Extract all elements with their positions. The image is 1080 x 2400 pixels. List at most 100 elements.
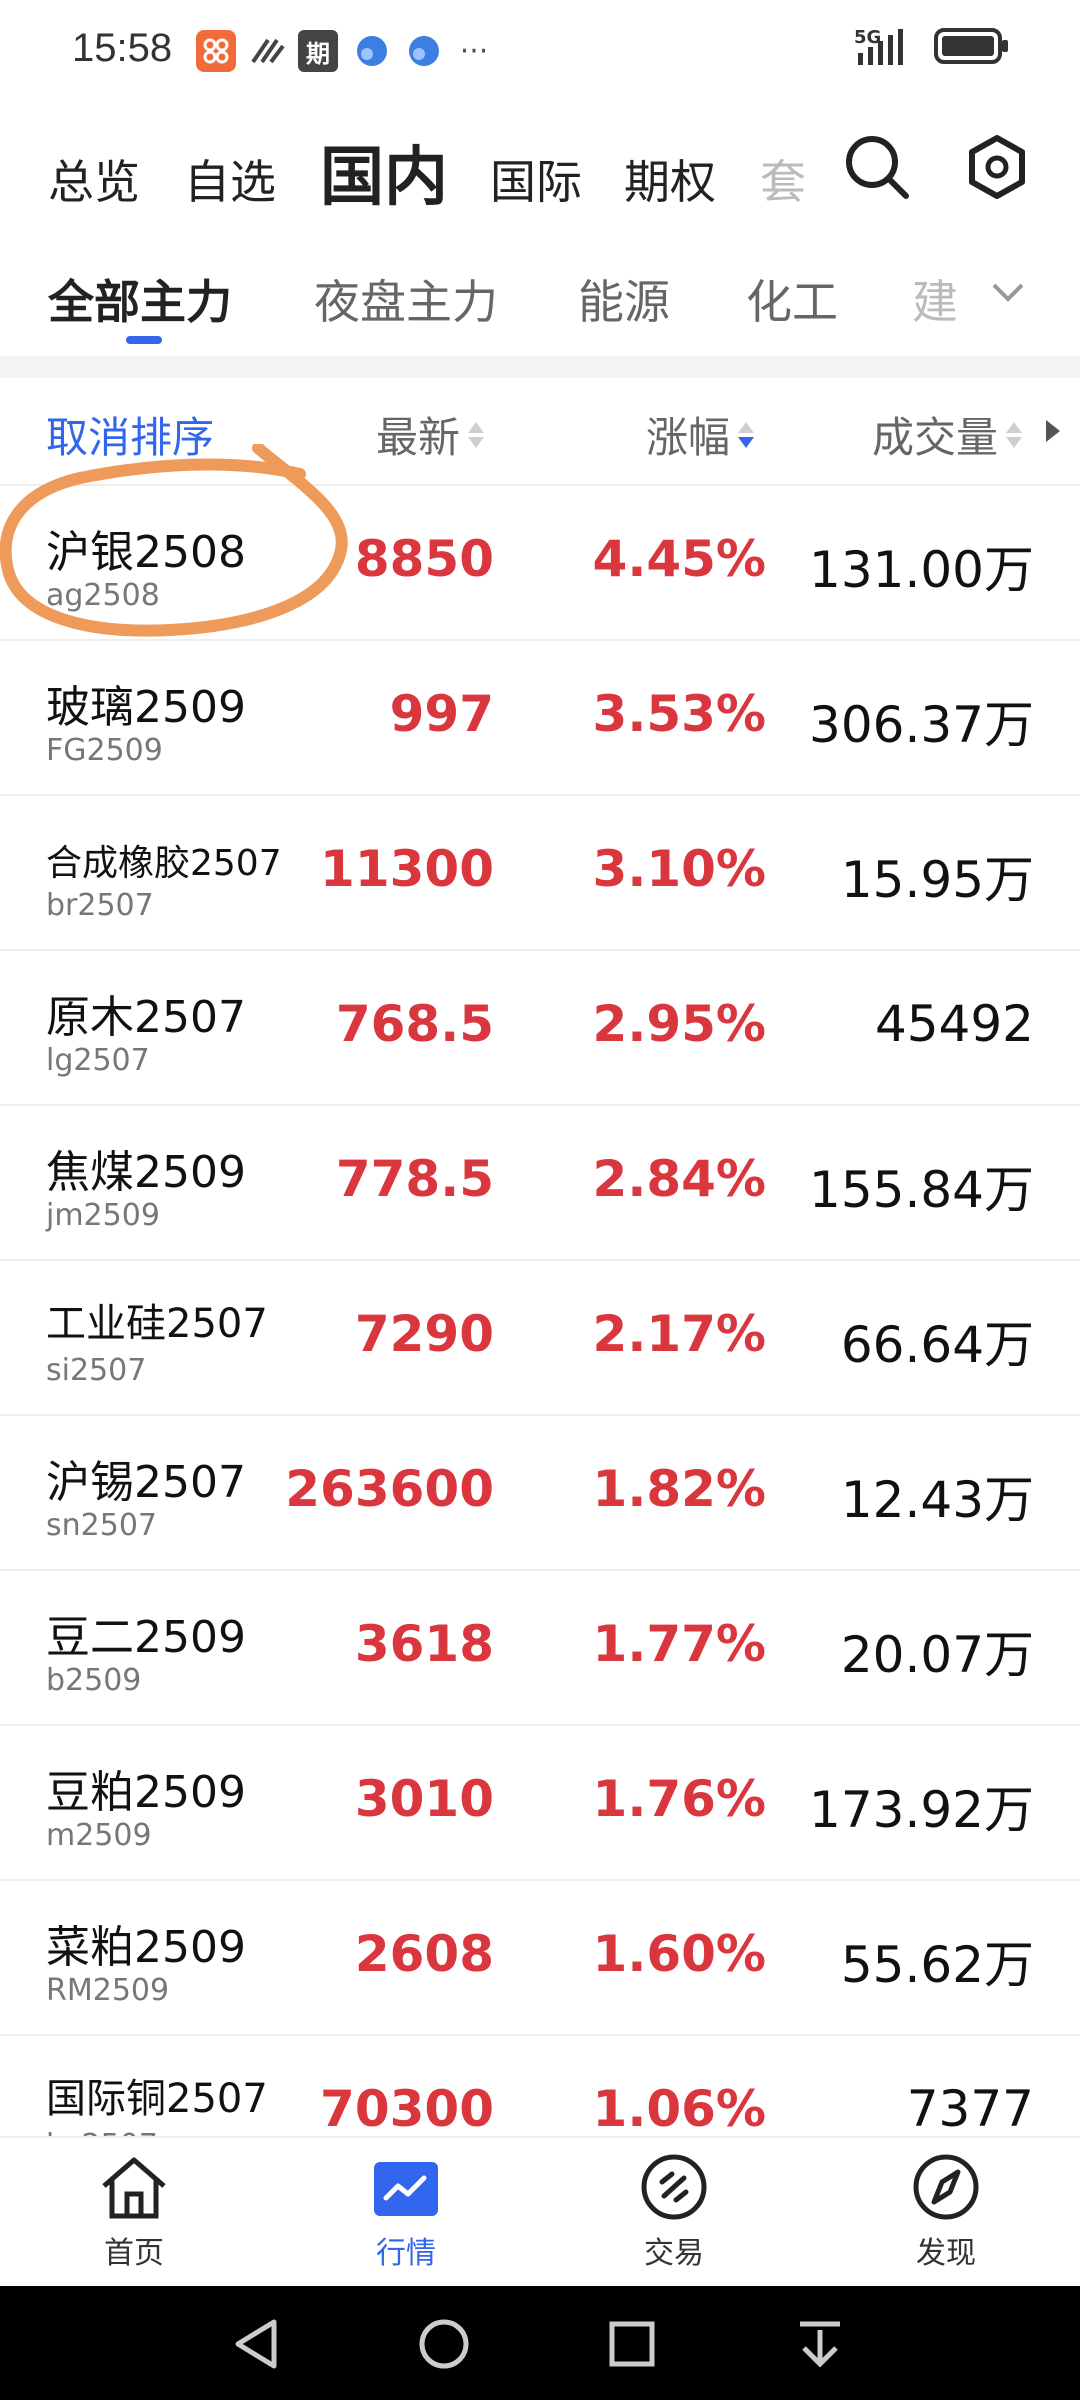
compass-icon bbox=[913, 2154, 979, 2220]
bottom-nav: 首页 行情 交易 发现 bbox=[0, 2136, 1080, 2288]
volume: 12.43万 bbox=[840, 1471, 1034, 1529]
tab-watchlist[interactable]: 自选 bbox=[184, 146, 276, 212]
volume: 66.64万 bbox=[840, 1316, 1034, 1374]
nav-trade[interactable]: 交易 bbox=[594, 2152, 754, 2272]
change-header-label: 涨幅 bbox=[646, 413, 731, 462]
sort-by-volume[interactable]: 成交量 bbox=[872, 404, 1024, 465]
contract-code: RM2509 bbox=[46, 1973, 170, 2008]
tab-night-main[interactable]: 夜盘主力 bbox=[314, 266, 498, 332]
change-percent: 2.84% bbox=[592, 1150, 766, 1208]
volume: 173.92万 bbox=[809, 1781, 1034, 1839]
table-row[interactable]: 菜粕2509 RM2509 2608 1.60% 55.62万 bbox=[0, 1881, 1080, 2036]
change-percent: 1.60% bbox=[592, 1925, 766, 1983]
volume: 7377 bbox=[906, 2080, 1034, 2136]
tab-chemical[interactable]: 化工 bbox=[746, 266, 838, 332]
market-chart-icon bbox=[374, 2162, 438, 2216]
change-percent: 1.77% bbox=[592, 1615, 766, 1673]
home-icon bbox=[102, 2157, 166, 2219]
sort-icon bbox=[1006, 421, 1024, 448]
change-percent: 3.53% bbox=[592, 685, 766, 743]
status-time: 15:58 bbox=[72, 26, 173, 70]
contract-code: b2509 bbox=[46, 1663, 142, 1698]
futures-app-icon: 期 bbox=[298, 30, 338, 72]
tab-international[interactable]: 国际 bbox=[490, 146, 582, 212]
contract-name: 合成橡胶2507 bbox=[46, 843, 282, 884]
contract-name: 沪锡2507 bbox=[46, 1457, 246, 1508]
nav-market[interactable]: 行情 bbox=[326, 2152, 486, 2272]
change-percent: 4.45% bbox=[592, 530, 766, 588]
latest-price: 8850 bbox=[354, 530, 494, 588]
table-row[interactable]: 合成橡胶2507 br2507 11300 3.10% 15.95万 bbox=[0, 796, 1080, 951]
recents-icon[interactable] bbox=[602, 2316, 662, 2372]
contract-name: 工业硅2507 bbox=[46, 1301, 268, 1347]
contract-code: m2509 bbox=[46, 1818, 152, 1853]
volume: 306.37万 bbox=[809, 696, 1034, 754]
contract-name: 菜粕2509 bbox=[46, 1922, 246, 1973]
tab-overview[interactable]: 总览 bbox=[48, 146, 140, 212]
table-row[interactable]: 原木2507 lg2507 768.5 2.95% 45492 bbox=[0, 951, 1080, 1106]
nav-home-label: 首页 bbox=[104, 2236, 164, 2271]
contract-name: 焦煤2509 bbox=[46, 1147, 246, 1198]
volume-header-label: 成交量 bbox=[872, 413, 999, 462]
latest-price: 11300 bbox=[320, 840, 494, 898]
tab-energy[interactable]: 能源 bbox=[578, 266, 670, 332]
pull-down-icon[interactable] bbox=[790, 2316, 850, 2372]
volume: 155.84万 bbox=[809, 1161, 1034, 1219]
table-row[interactable]: 沪银2508 ag2508 8850 4.45% 131.00万 bbox=[0, 486, 1080, 641]
nav-discover[interactable]: 发现 bbox=[866, 2152, 1026, 2272]
table-row[interactable]: 玻璃2509 FG2509 997 3.53% 306.37万 bbox=[0, 641, 1080, 796]
latest-price: 997 bbox=[389, 685, 494, 743]
contract-name: 豆二2509 bbox=[46, 1612, 246, 1663]
back-icon[interactable] bbox=[228, 2316, 288, 2372]
change-percent: 2.95% bbox=[592, 995, 766, 1053]
table-row[interactable]: 工业硅2507 si2507 7290 2.17% 66.64万 bbox=[0, 1261, 1080, 1416]
contract-code: jm2509 bbox=[46, 1198, 160, 1233]
latest-price: 2608 bbox=[354, 1925, 494, 1983]
cancel-sort-button[interactable]: 取消排序 bbox=[46, 404, 214, 465]
contract-name: 沪银2508 bbox=[46, 527, 246, 578]
tab-domestic[interactable]: 国内 bbox=[320, 126, 448, 218]
category-tabs: 全部主力 夜盘主力 能源 化工 建 bbox=[0, 240, 1080, 350]
latest-price: 7290 bbox=[354, 1305, 494, 1363]
contract-code: lg2507 bbox=[46, 1043, 150, 1078]
nav-trade-label: 交易 bbox=[644, 2236, 704, 2271]
section-divider bbox=[0, 356, 1080, 378]
tab-all-main[interactable]: 全部主力 bbox=[48, 266, 232, 332]
sort-by-change[interactable]: 涨幅 bbox=[646, 404, 756, 465]
tab-building[interactable]: 建 bbox=[912, 266, 958, 332]
tab-options[interactable]: 期权 bbox=[624, 146, 716, 212]
more-notifications-icon: ··· bbox=[459, 33, 489, 69]
tab-arbitrage[interactable]: 套 bbox=[760, 146, 810, 212]
search-icon[interactable] bbox=[842, 132, 912, 206]
contract-name: 豆粕2509 bbox=[46, 1767, 246, 1818]
chevron-down-icon[interactable] bbox=[990, 280, 1026, 308]
latest-header-label: 最新 bbox=[376, 413, 461, 462]
list-header: 取消排序 最新 涨幅 成交量 bbox=[0, 378, 1080, 486]
scroll-right-icon[interactable] bbox=[1046, 420, 1060, 446]
contract-code: ag2508 bbox=[46, 578, 160, 613]
nav-home[interactable]: 首页 bbox=[54, 2152, 214, 2272]
table-row[interactable]: 沪锡2507 sn2507 263600 1.82% 12.43万 bbox=[0, 1416, 1080, 1571]
change-percent: 1.76% bbox=[592, 1770, 766, 1828]
latest-price: 778.5 bbox=[335, 1150, 494, 1208]
app-notification-icon bbox=[248, 30, 288, 72]
contract-name: 国际铜2507 bbox=[46, 2076, 268, 2122]
sort-icon bbox=[468, 421, 486, 448]
settings-icon[interactable] bbox=[962, 132, 1032, 206]
volume: 45492 bbox=[874, 995, 1034, 1053]
home-circle-icon[interactable] bbox=[414, 2316, 474, 2372]
table-row[interactable]: 国际铜2507 bc2507 70300 1.06% 7377 bbox=[0, 2036, 1080, 2136]
table-row[interactable]: 豆粕2509 m2509 3010 1.76% 173.92万 bbox=[0, 1726, 1080, 1881]
table-row[interactable]: 豆二2509 b2509 3618 1.77% 20.07万 bbox=[0, 1571, 1080, 1726]
contract-code: bc2507 bbox=[46, 2128, 158, 2136]
change-percent: 2.17% bbox=[592, 1305, 766, 1363]
sort-by-latest[interactable]: 最新 bbox=[376, 404, 486, 465]
status-bar: 15:58 期 ··· 5G bbox=[0, 0, 1080, 100]
contract-name: 原木2507 bbox=[46, 992, 246, 1043]
quote-list: 沪银2508 ag2508 8850 4.45% 131.00万 玻璃2509 … bbox=[0, 486, 1080, 2136]
change-percent: 3.10% bbox=[592, 840, 766, 898]
latest-price: 70300 bbox=[320, 2080, 494, 2136]
contract-code: FG2509 bbox=[46, 733, 163, 768]
latest-price: 768.5 bbox=[335, 995, 494, 1053]
table-row[interactable]: 焦煤2509 jm2509 778.5 2.84% 155.84万 bbox=[0, 1106, 1080, 1261]
